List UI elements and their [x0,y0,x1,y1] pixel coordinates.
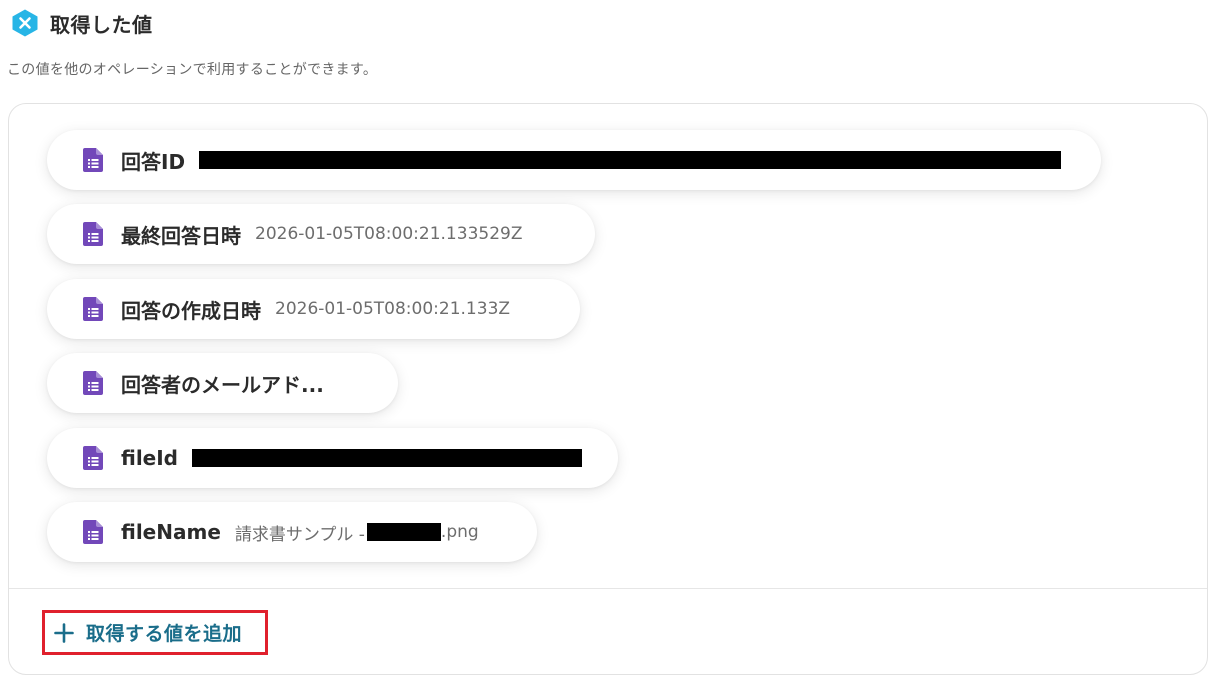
yoom-logo-icon [10,8,40,38]
header: 取得した値 [10,8,153,38]
plus-icon [54,622,74,643]
google-forms-icon [83,297,103,321]
value-item-created-time[interactable]: 回答の作成日時 2026-01-05T08:00:21.133Z [47,279,580,339]
description: この値を他のオペレーションで利用することができます。 [7,62,378,78]
value-item-last-response-time[interactable]: 最終回答日時 2026-01-05T08:00:21.133529Z [47,204,595,264]
add-value-label: 取得する値を追加 [86,623,243,645]
divider [9,588,1207,589]
value-item-respondent-email[interactable]: 回答者のメールアド... [47,353,398,413]
item-label: 回答の作成日時 [121,298,261,323]
value-item-response-id[interactable]: 回答ID [47,130,1101,190]
item-label: 回答者のメールアド... [121,372,324,397]
value-item-file-name[interactable]: fileName 請求書サンプル - .png [47,502,537,562]
item-value-prefix: 請求書サンプル - [234,524,365,545]
google-forms-icon [83,148,103,172]
redacted-value [366,523,441,541]
google-forms-icon [83,222,103,246]
values-panel: 回答ID 最終回答日時 2026-01-05T08:00:21.133529Z [8,103,1208,675]
item-label: 回答ID [121,149,186,174]
page-title: 取得した値 [50,12,153,37]
google-forms-icon [83,446,103,470]
item-value: 2026-01-05T08:00:21.133Z [275,299,511,319]
value-item-file-id[interactable]: fileId [47,428,618,488]
item-label: fileId [121,446,179,470]
redacted-value [199,151,1062,169]
google-forms-icon [83,520,103,544]
item-value-suffix: .png [440,522,479,542]
add-value-button[interactable]: 取得する値を追加 [42,610,268,655]
item-label: fileName [121,520,221,544]
google-forms-icon [83,371,103,395]
item-value: 2026-01-05T08:00:21.133529Z [255,224,523,244]
redacted-value [192,449,583,467]
item-label: 最終回答日時 [121,223,241,248]
